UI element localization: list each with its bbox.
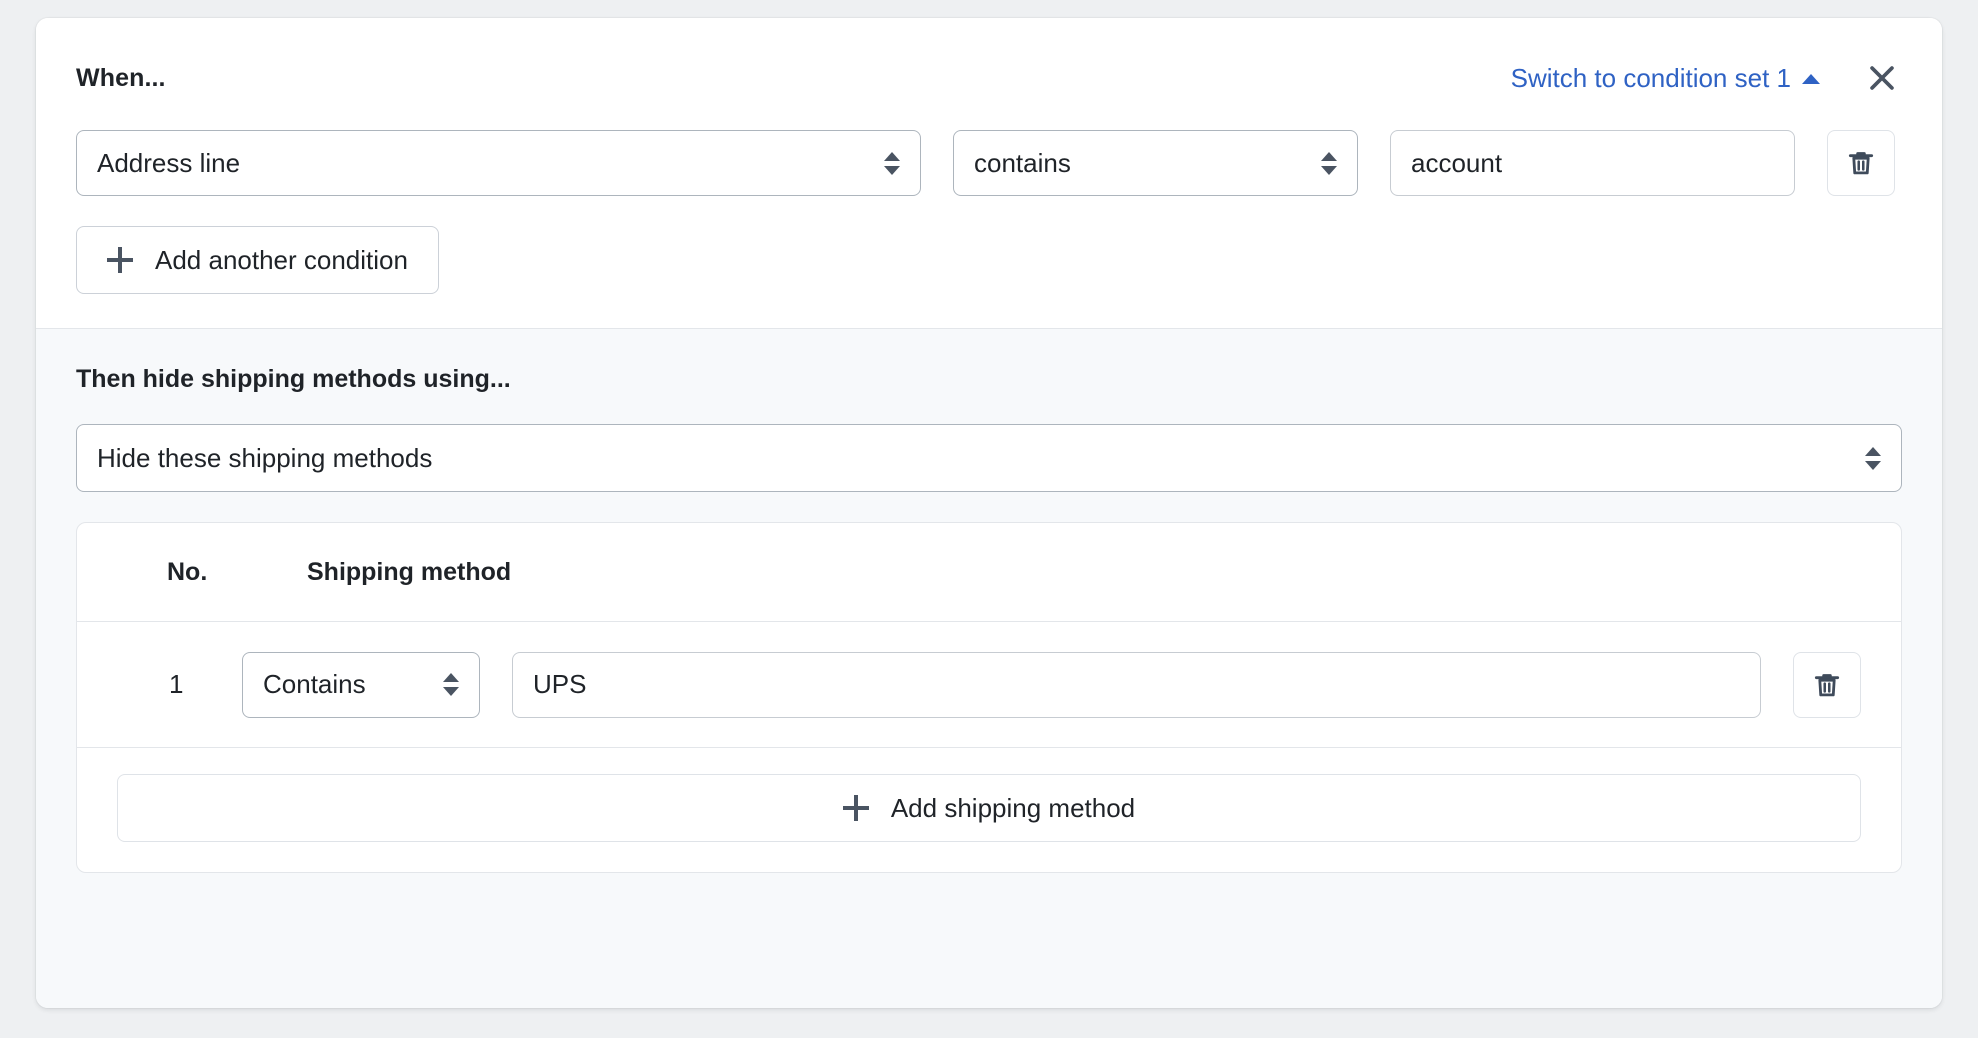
trash-icon	[1814, 673, 1840, 696]
table-header-row: No. Shipping method	[77, 523, 1901, 622]
plus-icon	[107, 247, 133, 273]
select-stepper-icon	[1865, 446, 1881, 470]
hide-action-select[interactable]: Hide these shipping methods	[76, 424, 1902, 492]
switch-condition-set-link[interactable]: Switch to condition set 1	[1511, 63, 1820, 94]
when-title: When...	[76, 63, 166, 92]
column-header-no: No.	[167, 557, 208, 586]
condition-attribute-value: Address line	[97, 147, 241, 178]
add-shipping-method-row: Add shipping method	[77, 748, 1901, 872]
when-header-actions: Switch to condition set 1	[1511, 58, 1902, 98]
plus-icon	[842, 795, 869, 821]
when-section: When... Switch to condition set 1 Addres…	[36, 18, 1942, 329]
switch-condition-set-label: Switch to condition set 1	[1510, 62, 1791, 93]
page-root: When... Switch to condition set 1 Addres…	[0, 0, 1978, 1038]
row-operator-select[interactable]: Contains	[242, 651, 480, 718]
condition-set-card: When... Switch to condition set 1 Addres…	[36, 18, 1942, 1008]
add-another-condition-button[interactable]: Add another condition	[76, 226, 439, 294]
condition-value-field[interactable]: account	[1390, 130, 1795, 196]
row-value-field[interactable]: UPS	[512, 651, 1761, 718]
row-value-text: UPS	[533, 669, 587, 699]
condition-row: Address line contains account	[76, 130, 1902, 196]
hide-action-value: Hide these shipping methods	[97, 442, 433, 473]
select-stepper-icon	[443, 673, 459, 696]
condition-value-text: account	[1411, 147, 1503, 178]
delete-condition-button[interactable]	[1827, 130, 1895, 196]
triangle-up-icon	[1802, 74, 1820, 84]
close-button[interactable]	[1862, 58, 1902, 98]
trash-icon	[1848, 152, 1874, 175]
then-title: Then hide shipping methods using...	[76, 365, 511, 393]
row-controls: Contains UPS	[242, 651, 1901, 718]
row-number: 1	[169, 669, 184, 699]
add-shipping-method-button[interactable]: Add shipping method	[117, 774, 1861, 842]
select-stepper-icon	[884, 151, 900, 175]
column-header-shipping-method: Shipping method	[307, 557, 512, 586]
add-another-condition-label: Add another condition	[155, 244, 408, 275]
delete-shipping-method-button[interactable]	[1793, 651, 1861, 718]
table-row: 1 Contains UPS	[77, 622, 1901, 748]
row-operator-value: Contains	[263, 669, 366, 699]
add-shipping-method-label: Add shipping method	[890, 792, 1136, 823]
condition-attribute-select[interactable]: Address line	[76, 130, 921, 196]
when-header: When... Switch to condition set 1	[76, 58, 1902, 98]
shipping-methods-table: No. Shipping method 1 Contains UPS Add s…	[76, 522, 1902, 873]
condition-operator-select[interactable]: contains	[953, 130, 1358, 196]
select-stepper-icon	[1321, 151, 1337, 175]
condition-operator-value: contains	[974, 147, 1071, 178]
close-icon	[1870, 66, 1894, 90]
then-section: Then hide shipping methods using... Hide…	[36, 329, 1942, 1008]
